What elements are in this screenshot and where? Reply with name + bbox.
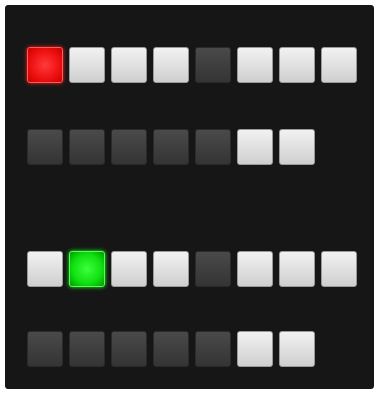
- preview-row2-source-button-6[interactable]: [237, 331, 273, 367]
- program-row1-source-button-5[interactable]: [195, 47, 231, 83]
- program-row1-source-button-4[interactable]: [153, 47, 189, 83]
- preview-bus-row-2: [27, 331, 315, 367]
- program-row2-source-button-7[interactable]: [279, 129, 315, 165]
- program-row1-source-button-2[interactable]: [69, 47, 105, 83]
- switcher-panel: [5, 5, 374, 389]
- program-bus-row-2: [27, 129, 315, 165]
- preview-row2-source-button-1[interactable]: [27, 331, 63, 367]
- preview-bus-row-1: [27, 251, 357, 287]
- preview-row1-source-button-8[interactable]: [321, 251, 357, 287]
- program-row2-source-button-5[interactable]: [195, 129, 231, 165]
- program-row1-source-button-6[interactable]: [237, 47, 273, 83]
- preview-row2-source-button-2[interactable]: [69, 331, 105, 367]
- program-row2-source-button-4[interactable]: [153, 129, 189, 165]
- preview-row1-source-button-4[interactable]: [153, 251, 189, 287]
- program-row2-source-button-3[interactable]: [111, 129, 147, 165]
- preview-row2-source-button-5[interactable]: [195, 331, 231, 367]
- program-row1-source-button-1[interactable]: [27, 47, 63, 83]
- program-row2-source-button-2[interactable]: [69, 129, 105, 165]
- program-row1-source-button-7[interactable]: [279, 47, 315, 83]
- program-row2-source-button-6[interactable]: [237, 129, 273, 165]
- preview-row1-source-button-2[interactable]: [69, 251, 105, 287]
- preview-row2-source-button-7[interactable]: [279, 331, 315, 367]
- preview-row2-source-button-3[interactable]: [111, 331, 147, 367]
- program-row1-source-button-3[interactable]: [111, 47, 147, 83]
- program-bus-row-1: [27, 47, 357, 83]
- program-row2-source-button-1[interactable]: [27, 129, 63, 165]
- preview-row1-source-button-5[interactable]: [195, 251, 231, 287]
- preview-row1-source-button-3[interactable]: [111, 251, 147, 287]
- preview-row1-source-button-1[interactable]: [27, 251, 63, 287]
- preview-row2-source-button-4[interactable]: [153, 331, 189, 367]
- preview-row1-source-button-7[interactable]: [279, 251, 315, 287]
- preview-row1-source-button-6[interactable]: [237, 251, 273, 287]
- program-row1-source-button-8[interactable]: [321, 47, 357, 83]
